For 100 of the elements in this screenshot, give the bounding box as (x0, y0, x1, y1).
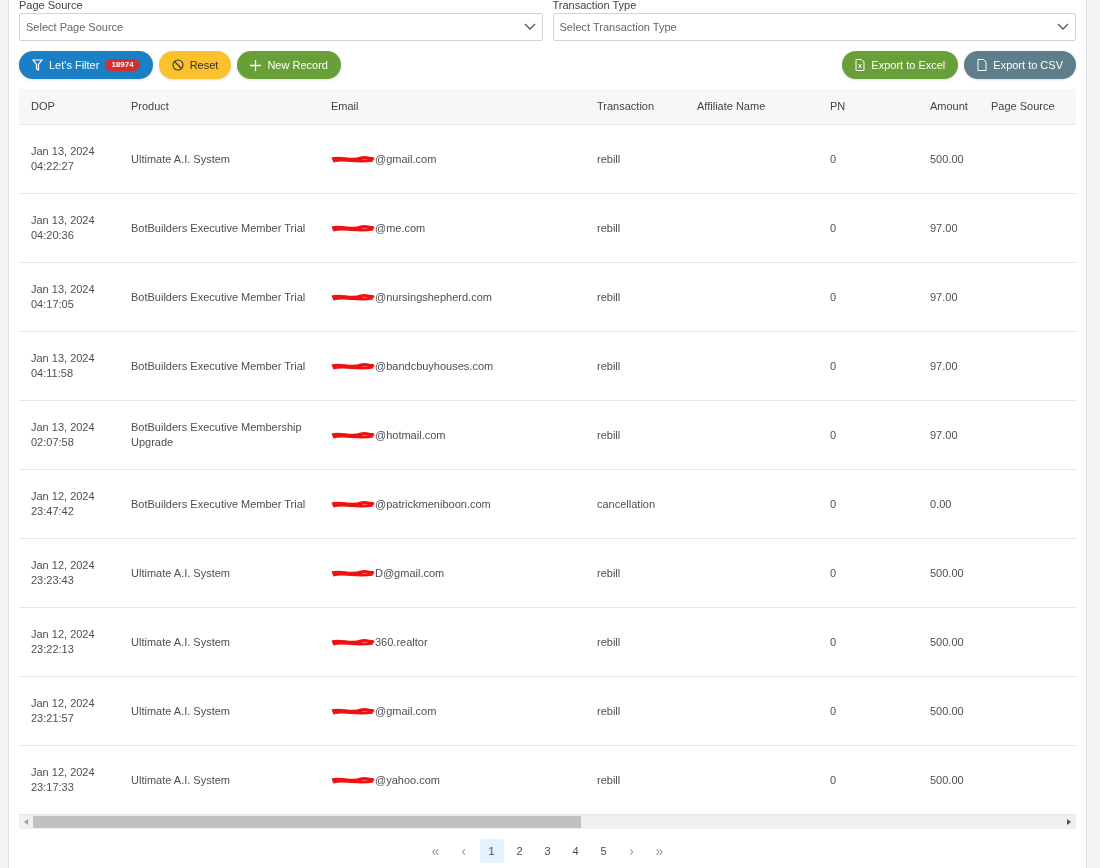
date-text: Jan 12, 2024 (31, 627, 96, 642)
excel-file-icon (855, 59, 866, 71)
filter-icon (32, 59, 43, 71)
redaction-mark (331, 706, 375, 716)
table-cell-text: BotBuilders Executive Member Trial (130, 496, 307, 512)
table-cell-text: 0 (829, 634, 838, 650)
page-button[interactable]: 3 (535, 839, 560, 863)
date-text: Jan 12, 2024 (31, 489, 96, 504)
table-cell-text: 0 (829, 220, 838, 236)
filter-button[interactable]: Let's Filter 18974 (19, 51, 153, 79)
chevron-down-icon (1057, 23, 1069, 31)
date-text: Jan 13, 2024 (31, 282, 96, 297)
table-cell-text: Ultimate A.I. System (130, 634, 232, 650)
table-cell-text: 0 (829, 427, 838, 443)
table-cell-text: cancellation (596, 496, 657, 512)
table-cell-text: 500.00 (929, 565, 965, 581)
table-cell-text: BotBuilders Executive Member Trial (130, 220, 307, 236)
table-cell-text: 0 (829, 358, 838, 374)
column-header: Page Source (990, 99, 1056, 115)
column-header: DOP (30, 99, 56, 115)
redaction-mark (331, 568, 375, 578)
time-text: 04:11:58 (31, 366, 74, 381)
table-cell-text: 0 (829, 703, 838, 719)
redaction-mark (331, 775, 375, 785)
table-cell-text: 500.00 (929, 703, 965, 719)
column-header: PN (829, 99, 847, 115)
redaction-mark (331, 292, 375, 302)
table-cell-text: rebill (596, 358, 622, 374)
horizontal-scrollbar[interactable] (19, 815, 1076, 829)
select-field[interactable]: Select Transaction Type (552, 13, 1076, 41)
table-cell-text: 500.00 (929, 151, 965, 167)
page-button[interactable]: 4 (563, 839, 588, 863)
prohibited-icon (171, 59, 184, 71)
time-text: 23:21:57 (31, 711, 75, 726)
table-cell-text: rebill (596, 772, 622, 788)
redaction-mark (331, 430, 375, 440)
table-cell-text: 0 (829, 151, 838, 167)
table-cell-text: rebill (596, 220, 622, 236)
column-header: Amount (929, 99, 969, 115)
filter-label: Transaction Type (552, 0, 638, 11)
date-text: Jan 13, 2024 (31, 420, 96, 435)
new-record-button[interactable]: New Record (237, 51, 341, 79)
table-cell-text: Ultimate A.I. System (130, 703, 232, 719)
time-text: 04:22:27 (31, 159, 75, 174)
table-cell-text: BotBuilders Executive Member Trial (130, 358, 307, 374)
table-cell-text: rebill (596, 151, 622, 167)
time-text: 23:17:33 (31, 780, 75, 795)
date-text: Jan 13, 2024 (31, 213, 96, 228)
column-header: Transaction (596, 99, 656, 115)
redaction-mark (331, 499, 375, 509)
table-cell-text: @gmail.com (375, 703, 437, 719)
redaction-mark (331, 154, 375, 164)
table-cell-text: 0 (829, 772, 838, 788)
export-csv-button[interactable]: Export to CSV (964, 51, 1076, 79)
table-cell-text: Ultimate A.I. System (130, 565, 232, 581)
table-cell-text: rebill (596, 565, 622, 581)
table-cell-text: 0 (829, 565, 838, 581)
export-excel-button[interactable]: Export to Excel (842, 51, 959, 79)
table-cell-text: 500.00 (929, 634, 965, 650)
file-icon (977, 59, 988, 71)
time-text: 23:47:42 (31, 504, 75, 519)
redaction-mark (331, 361, 375, 371)
scrollbar-thumb[interactable] (33, 816, 581, 828)
table-cell-text: @bandcbuyhouses.com (375, 358, 494, 374)
table-cell-text: 500.00 (929, 772, 965, 788)
table-cell-text: @nursingshepherd.com (375, 289, 492, 305)
table-cell-text: @hotmail.com (375, 427, 446, 443)
table-cell-text: Ultimate A.I. System (130, 772, 232, 788)
count-badge: 18974 (105, 59, 140, 71)
time-text: 02:07:58 (31, 435, 75, 450)
filter-label: Page Source (19, 0, 84, 11)
plus-icon (250, 59, 262, 71)
page-button[interactable]: 2 (507, 839, 532, 863)
column-header: Email (330, 99, 360, 115)
table-cell-text: 97.00 (929, 358, 959, 374)
time-text: 04:20:36 (31, 228, 75, 243)
redaction-mark (331, 223, 375, 233)
time-text: 23:22:13 (31, 642, 75, 657)
redaction-mark (331, 637, 375, 647)
table-cell-text: rebill (596, 634, 622, 650)
table-cell-text: 0 (829, 289, 838, 305)
table-cell-text: 97.00 (929, 427, 959, 443)
table-cell-text: @patrickmeniboon.com (375, 496, 491, 512)
reset-button[interactable]: Reset (158, 51, 232, 79)
date-text: Jan 12, 2024 (31, 696, 96, 711)
column-header: Product (130, 99, 170, 115)
table-cell-text: @gmail.com (375, 151, 437, 167)
page-button[interactable]: 5 (591, 839, 616, 863)
table-cell-text: @me.com (375, 220, 426, 236)
page-button[interactable]: 1 (479, 839, 504, 863)
table-cell-text: 360.realtor (375, 634, 428, 650)
time-text: 04:17:05 (31, 297, 75, 312)
table-cell-text: D@gmail.com (375, 565, 445, 581)
table-cell-text: BotBuilders Executive Membership Upgrade (130, 420, 303, 450)
select-field[interactable]: Select Page Source (19, 13, 543, 41)
table-cell-text: BotBuilders Executive Member Trial (130, 289, 307, 305)
table-cell-text: 97.00 (929, 289, 959, 305)
table-cell-text: rebill (596, 427, 622, 443)
table-cell-text: @yahoo.com (375, 772, 440, 788)
column-header: Affiliate Name (696, 99, 767, 115)
